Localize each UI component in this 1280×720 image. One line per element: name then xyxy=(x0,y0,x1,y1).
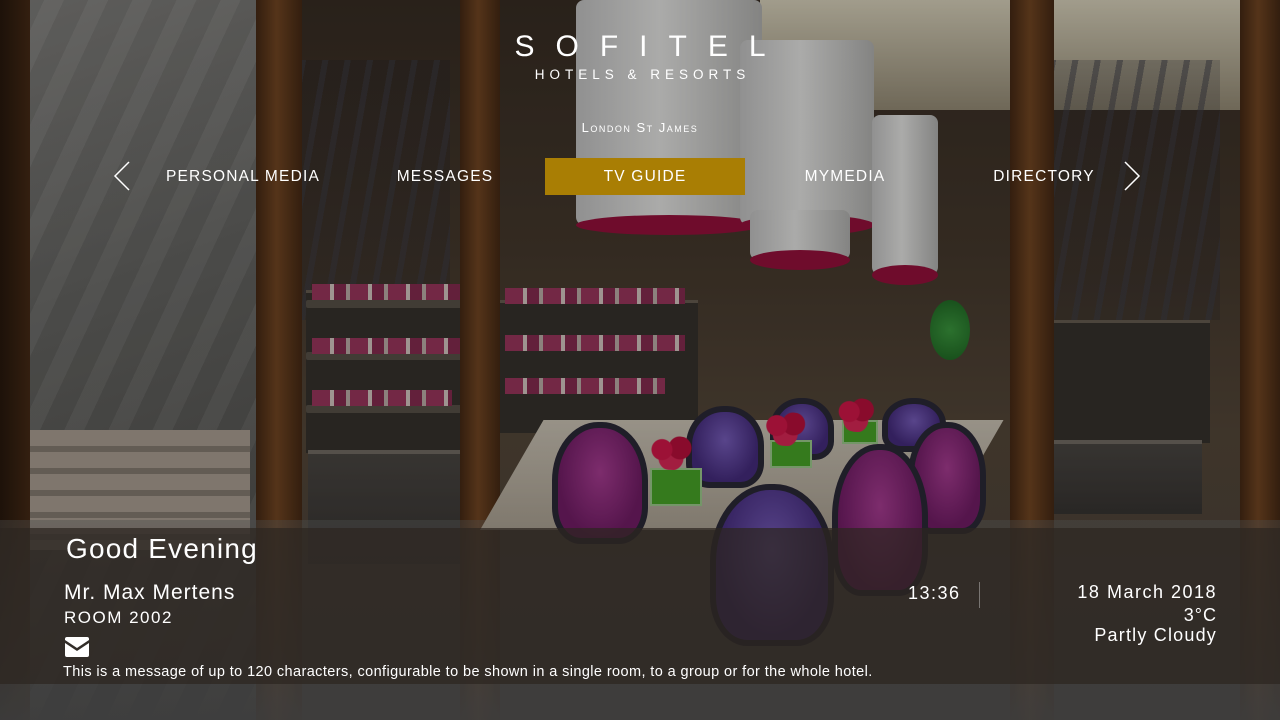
main-menu: PERSONAL MEDIA MESSAGES TV GUIDE MYMEDIA… xyxy=(0,158,1280,195)
divider xyxy=(979,582,980,608)
hotel-message: This is a message of up to 120 character… xyxy=(63,664,873,680)
date: 18 March 2018 xyxy=(1077,582,1217,602)
nav-item-directory[interactable]: DIRECTORY xyxy=(944,158,1144,195)
brand-name: SOFITEL xyxy=(514,30,787,63)
clock: 13:36 xyxy=(908,583,961,603)
brand-logo: SOFITEL HOTELS & RESORTS xyxy=(0,30,1280,84)
envelope-icon[interactable] xyxy=(64,637,90,657)
nav-item-personal-media[interactable]: PERSONAL MEDIA xyxy=(143,158,343,195)
nav-item-mymedia[interactable]: MYMEDIA xyxy=(745,158,945,195)
greeting-text: Good Evening xyxy=(66,533,258,564)
nav-item-messages[interactable]: MESSAGES xyxy=(345,158,545,195)
weather-condition: Partly Cloudy xyxy=(1094,625,1217,645)
temperature: 3°C xyxy=(1183,605,1217,625)
brand-subtitle: HOTELS & RESORTS xyxy=(534,67,751,82)
chevron-right-icon xyxy=(1124,161,1141,191)
guest-name: Mr. Max Mertens xyxy=(64,581,236,604)
nav-next-button[interactable] xyxy=(1123,161,1141,191)
room-number: ROOM 2002 xyxy=(64,608,173,627)
hotel-location: London St James xyxy=(581,120,699,135)
nav-item-tv-guide[interactable]: TV GUIDE xyxy=(545,158,745,195)
